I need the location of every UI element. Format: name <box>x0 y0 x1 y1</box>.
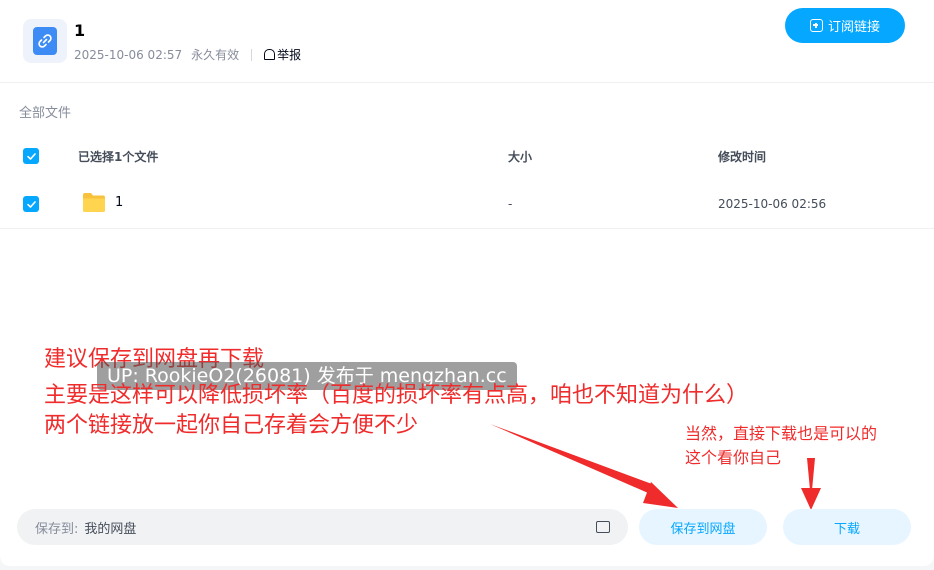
side-annotation-line-2: 这个看你自己 <box>685 448 782 467</box>
file-modified: 2025-10-06 02:56 <box>718 197 827 211</box>
check-icon <box>26 200 36 208</box>
save-to-drive-button[interactable]: 保存到网盘 <box>639 509 767 545</box>
check-icon <box>26 152 36 160</box>
file-name[interactable]: 1 <box>115 195 123 210</box>
arrow-to-download-button <box>801 458 821 510</box>
table-divider <box>0 228 934 229</box>
arrow-to-save-button <box>490 424 678 508</box>
row-checkbox[interactable] <box>23 196 39 212</box>
download-button[interactable]: 下载 <box>783 509 911 545</box>
annotation-arrows <box>490 424 821 510</box>
save-to-path: 我的网盘 <box>84 521 137 537</box>
breadcrumb-all-files[interactable]: 全部文件 <box>19 102 71 121</box>
share-validity: 永久有效 <box>191 48 240 62</box>
share-header: 1 2025-10-06 02:57 永久有效 举报 订阅链接 <box>0 0 934 83</box>
subscribe-button[interactable]: 订阅链接 <box>785 8 905 43</box>
column-header-modified[interactable]: 修改时间 <box>718 148 766 165</box>
select-all-checkbox[interactable] <box>23 148 39 164</box>
side-annotation-line-1: 当然，直接下载也是可以的 <box>685 424 878 443</box>
subscribe-label: 订阅链接 <box>827 20 880 35</box>
column-header-size[interactable]: 大小 <box>508 148 532 165</box>
save-location-field[interactable]: 保存到: 我的网盘 <box>17 509 628 545</box>
report-label: 举报 <box>277 48 302 62</box>
annotation-line-2: 主要是这样可以降低损坏率（百度的损坏率有点高，咱也不知道为什么） <box>44 383 749 408</box>
share-title: 1 <box>74 21 86 40</box>
share-date: 2025-10-06 02:57 <box>74 47 183 62</box>
meta-divider <box>251 48 253 61</box>
file-size: - <box>508 197 513 211</box>
share-card: 1 2025-10-06 02:57 永久有效 举报 订阅链接 全部文件 已选择… <box>0 0 934 566</box>
folder-picker-icon[interactable] <box>596 521 610 533</box>
save-to-label: 保存到: <box>35 521 79 537</box>
alarm-icon <box>264 49 276 60</box>
annotation-line-3: 两个链接放一起你自己存着会方便不少 <box>44 413 419 438</box>
share-meta: 2025-10-06 02:57 永久有效 举报 <box>74 46 301 63</box>
column-header-name: 已选择1个文件 <box>78 150 159 164</box>
folder-icon <box>83 193 105 212</box>
share-link-icon <box>23 19 67 63</box>
report-link[interactable]: 举报 <box>264 46 301 63</box>
plus-square-icon <box>809 19 823 32</box>
